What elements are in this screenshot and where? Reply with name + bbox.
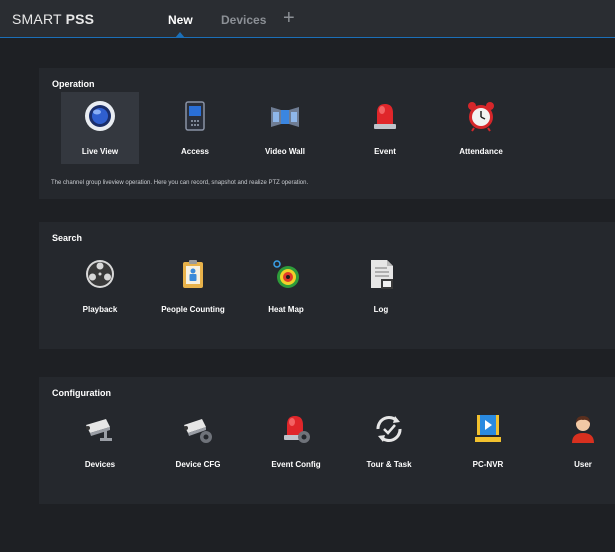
log-label: Log [373, 305, 389, 314]
operation-description: The channel group liveview operation. He… [51, 180, 309, 186]
tab-devices[interactable]: Devices [221, 13, 266, 27]
access-icon [185, 101, 205, 131]
attendance-label: Attendance [459, 147, 503, 156]
playback-icon [86, 260, 114, 288]
search-section: Search Playback People Counting Heat Map… [39, 222, 615, 349]
devices-tile[interactable]: Devices [61, 405, 139, 477]
devices-camera-icon [86, 419, 112, 441]
live-view-tile[interactable]: Live View [61, 92, 139, 164]
tour-task-tile[interactable]: Tour & Task [350, 405, 428, 477]
event-config-tile[interactable]: Event Config [257, 405, 335, 477]
tab-new[interactable]: New [168, 13, 193, 27]
device-cfg-tile[interactable]: Device CFG [159, 405, 237, 477]
user-tile[interactable]: User [544, 405, 615, 477]
log-icon [371, 260, 393, 289]
tour-task-icon [376, 416, 402, 442]
event-tile[interactable]: Event [346, 92, 424, 164]
top-bar: SMART PSS New Devices + [0, 0, 615, 38]
attendance-tile[interactable]: Attendance [442, 92, 520, 164]
attendance-icon [468, 102, 494, 132]
people-counting-icon [183, 260, 203, 288]
operation-section: Operation Live View Access Video Wall Ev… [39, 68, 615, 199]
heat-map-icon [273, 260, 299, 288]
configuration-section: Configuration Devices Device CFG Event C… [39, 377, 615, 504]
user-label: User [574, 460, 592, 469]
configuration-title: Configuration [52, 388, 111, 398]
people-counting-tile[interactable]: People Counting [154, 250, 232, 322]
pc-nvr-icon [475, 415, 501, 442]
playback-tile[interactable]: Playback [61, 250, 139, 322]
pc-nvr-tile[interactable]: PC-NVR [449, 405, 527, 477]
video-wall-tile[interactable]: Video Wall [246, 92, 324, 164]
log-tile[interactable]: Log [342, 250, 420, 322]
add-tab-button[interactable]: + [283, 7, 295, 30]
video-wall-icon [271, 107, 299, 127]
active-tab-indicator [175, 32, 185, 38]
event-icon [374, 104, 396, 129]
user-icon [572, 416, 594, 443]
device-cfg-icon [184, 419, 212, 443]
search-title: Search [52, 233, 83, 243]
live-view-icon [85, 101, 115, 131]
logo-text-smart: SMART [12, 11, 62, 27]
heat-map-tile[interactable]: Heat Map [247, 250, 325, 322]
operation-title: Operation [52, 79, 95, 89]
logo-text-pss: PSS [65, 11, 95, 27]
event-config-icon [284, 416, 310, 443]
app-logo: SMART PSS [12, 11, 94, 27]
access-tile[interactable]: Access [156, 92, 234, 164]
